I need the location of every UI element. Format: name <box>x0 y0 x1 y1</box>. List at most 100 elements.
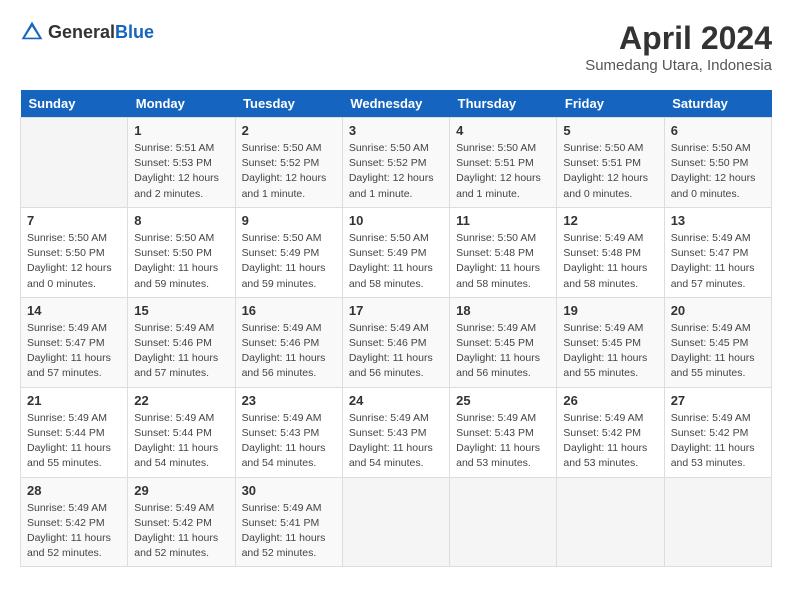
day-info: Sunrise: 5:49 AM Sunset: 5:45 PM Dayligh… <box>563 321 657 382</box>
calendar-cell: 29 Sunrise: 5:49 AM Sunset: 5:42 PM Dayli… <box>128 477 235 567</box>
weekday-header: Friday <box>557 90 664 118</box>
logo-text-blue: Blue <box>115 22 154 42</box>
day-number: 11 <box>456 213 550 228</box>
day-info: Sunrise: 5:49 AM Sunset: 5:43 PM Dayligh… <box>456 411 550 472</box>
day-info: Sunrise: 5:51 AM Sunset: 5:53 PM Dayligh… <box>134 141 228 202</box>
day-number: 4 <box>456 123 550 138</box>
calendar-cell: 17 Sunrise: 5:49 AM Sunset: 5:46 PM Dayli… <box>342 297 449 387</box>
calendar-week-row: 21 Sunrise: 5:49 AM Sunset: 5:44 PM Dayli… <box>21 387 772 477</box>
day-number: 26 <box>563 393 657 408</box>
day-number: 14 <box>27 303 121 318</box>
day-info: Sunrise: 5:49 AM Sunset: 5:42 PM Dayligh… <box>563 411 657 472</box>
day-number: 21 <box>27 393 121 408</box>
day-number: 27 <box>671 393 765 408</box>
day-number: 25 <box>456 393 550 408</box>
day-info: Sunrise: 5:49 AM Sunset: 5:46 PM Dayligh… <box>242 321 336 382</box>
day-info: Sunrise: 5:49 AM Sunset: 5:46 PM Dayligh… <box>134 321 228 382</box>
day-info: Sunrise: 5:50 AM Sunset: 5:52 PM Dayligh… <box>242 141 336 202</box>
logo: GeneralBlue <box>20 20 154 44</box>
day-info: Sunrise: 5:49 AM Sunset: 5:45 PM Dayligh… <box>671 321 765 382</box>
logo-text-general: General <box>48 22 115 42</box>
day-number: 18 <box>456 303 550 318</box>
calendar-cell: 16 Sunrise: 5:49 AM Sunset: 5:46 PM Dayli… <box>235 297 342 387</box>
calendar-cell: 5Sunrise: 5:50 AM Sunset: 5:51 PM Daylig… <box>557 118 664 208</box>
day-number: 22 <box>134 393 228 408</box>
page-header: GeneralBlue April 2024 Sumedang Utara, I… <box>20 20 772 74</box>
day-info: Sunrise: 5:49 AM Sunset: 5:41 PM Dayligh… <box>242 501 336 562</box>
calendar-cell: 18 Sunrise: 5:49 AM Sunset: 5:45 PM Dayli… <box>450 297 557 387</box>
day-number: 29 <box>134 483 228 498</box>
day-number: 17 <box>349 303 443 318</box>
calendar-cell: 28Sunrise: 5:49 AM Sunset: 5:42 PM Dayli… <box>21 477 128 567</box>
title-block: April 2024 Sumedang Utara, Indonesia <box>585 20 772 74</box>
calendar-cell: 20 Sunrise: 5:49 AM Sunset: 5:45 PM Dayli… <box>664 297 771 387</box>
calendar-cell: 13 Sunrise: 5:49 AM Sunset: 5:47 PM Dayli… <box>664 207 771 297</box>
calendar-cell: 2 Sunrise: 5:50 AM Sunset: 5:52 PM Daylig… <box>235 118 342 208</box>
calendar-cell: 4Sunrise: 5:50 AM Sunset: 5:51 PM Daylig… <box>450 118 557 208</box>
day-number: 13 <box>671 213 765 228</box>
day-number: 12 <box>563 213 657 228</box>
calendar-title: April 2024 <box>585 20 772 57</box>
day-info: Sunrise: 5:49 AM Sunset: 5:42 PM Dayligh… <box>134 501 228 562</box>
calendar-cell: 1Sunrise: 5:51 AM Sunset: 5:53 PM Daylig… <box>128 118 235 208</box>
day-number: 16 <box>242 303 336 318</box>
day-number: 30 <box>242 483 336 498</box>
logo-icon <box>20 20 44 44</box>
day-number: 10 <box>349 213 443 228</box>
calendar-cell: 15 Sunrise: 5:49 AM Sunset: 5:46 PM Dayli… <box>128 297 235 387</box>
calendar-header-row: SundayMondayTuesdayWednesdayThursdayFrid… <box>21 90 772 118</box>
calendar-cell: 22Sunrise: 5:49 AM Sunset: 5:44 PM Dayli… <box>128 387 235 477</box>
day-info: Sunrise: 5:49 AM Sunset: 5:48 PM Dayligh… <box>563 231 657 292</box>
weekday-header: Thursday <box>450 90 557 118</box>
day-info: Sunrise: 5:50 AM Sunset: 5:48 PM Dayligh… <box>456 231 550 292</box>
day-number: 24 <box>349 393 443 408</box>
calendar-cell: 26 Sunrise: 5:49 AM Sunset: 5:42 PM Dayli… <box>557 387 664 477</box>
day-number: 3 <box>349 123 443 138</box>
calendar-cell: 25 Sunrise: 5:49 AM Sunset: 5:43 PM Dayli… <box>450 387 557 477</box>
day-number: 8 <box>134 213 228 228</box>
calendar-cell: 11 Sunrise: 5:50 AM Sunset: 5:48 PM Dayli… <box>450 207 557 297</box>
weekday-header: Monday <box>128 90 235 118</box>
day-info: Sunrise: 5:49 AM Sunset: 5:44 PM Dayligh… <box>27 411 121 472</box>
calendar-cell: 23 Sunrise: 5:49 AM Sunset: 5:43 PM Dayli… <box>235 387 342 477</box>
day-number: 23 <box>242 393 336 408</box>
calendar-cell <box>664 477 771 567</box>
day-info: Sunrise: 5:50 AM Sunset: 5:51 PM Dayligh… <box>563 141 657 202</box>
calendar-cell: 8 Sunrise: 5:50 AM Sunset: 5:50 PM Daylig… <box>128 207 235 297</box>
day-info: Sunrise: 5:49 AM Sunset: 5:46 PM Dayligh… <box>349 321 443 382</box>
day-info: Sunrise: 5:49 AM Sunset: 5:47 PM Dayligh… <box>27 321 121 382</box>
day-number: 15 <box>134 303 228 318</box>
calendar-cell: 6Sunrise: 5:50 AM Sunset: 5:50 PM Daylig… <box>664 118 771 208</box>
calendar-cell: 9 Sunrise: 5:50 AM Sunset: 5:49 PM Daylig… <box>235 207 342 297</box>
calendar-cell: 10Sunrise: 5:50 AM Sunset: 5:49 PM Dayli… <box>342 207 449 297</box>
day-info: Sunrise: 5:50 AM Sunset: 5:49 PM Dayligh… <box>242 231 336 292</box>
day-info: Sunrise: 5:49 AM Sunset: 5:45 PM Dayligh… <box>456 321 550 382</box>
calendar-cell <box>342 477 449 567</box>
calendar-cell: 14 Sunrise: 5:49 AM Sunset: 5:47 PM Dayli… <box>21 297 128 387</box>
day-info: Sunrise: 5:50 AM Sunset: 5:50 PM Dayligh… <box>671 141 765 202</box>
calendar-cell: 21 Sunrise: 5:49 AM Sunset: 5:44 PM Dayli… <box>21 387 128 477</box>
calendar-week-row: 1Sunrise: 5:51 AM Sunset: 5:53 PM Daylig… <box>21 118 772 208</box>
calendar-cell: 7Sunrise: 5:50 AM Sunset: 5:50 PM Daylig… <box>21 207 128 297</box>
day-info: Sunrise: 5:50 AM Sunset: 5:52 PM Dayligh… <box>349 141 443 202</box>
calendar-cell: 19Sunrise: 5:49 AM Sunset: 5:45 PM Dayli… <box>557 297 664 387</box>
weekday-header: Saturday <box>664 90 771 118</box>
day-number: 20 <box>671 303 765 318</box>
day-number: 2 <box>242 123 336 138</box>
day-number: 7 <box>27 213 121 228</box>
calendar-week-row: 7 Sunrise: 5:50 AM Sunset: 5:50 PM Daylig… <box>21 207 772 297</box>
calendar-cell: 27Sunrise: 5:49 AM Sunset: 5:42 PM Dayli… <box>664 387 771 477</box>
day-info: Sunrise: 5:50 AM Sunset: 5:50 PM Dayligh… <box>134 231 228 292</box>
calendar-cell <box>557 477 664 567</box>
calendar-subtitle: Sumedang Utara, Indonesia <box>585 57 772 74</box>
calendar-table: SundayMondayTuesdayWednesdayThursdayFrid… <box>20 90 772 567</box>
day-number: 9 <box>242 213 336 228</box>
calendar-cell: 3 Sunrise: 5:50 AM Sunset: 5:52 PM Daylig… <box>342 118 449 208</box>
day-info: Sunrise: 5:49 AM Sunset: 5:47 PM Dayligh… <box>671 231 765 292</box>
day-info: Sunrise: 5:49 AM Sunset: 5:43 PM Dayligh… <box>242 411 336 472</box>
calendar-cell <box>21 118 128 208</box>
calendar-cell <box>450 477 557 567</box>
day-info: Sunrise: 5:49 AM Sunset: 5:43 PM Dayligh… <box>349 411 443 472</box>
day-number: 28 <box>27 483 121 498</box>
weekday-header: Sunday <box>21 90 128 118</box>
